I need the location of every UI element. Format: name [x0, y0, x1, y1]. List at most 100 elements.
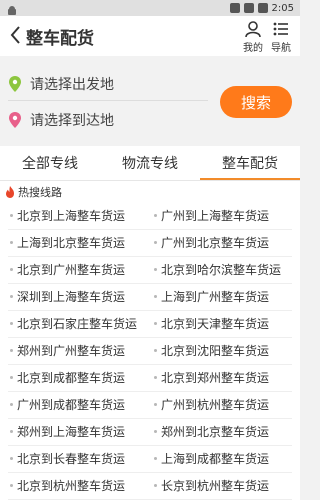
- bullet-dot: [10, 241, 13, 244]
- search-panel: 请选择出发地 请选择到达地 搜索: [0, 56, 300, 144]
- my-account-button[interactable]: 我的: [240, 20, 266, 54]
- route-link[interactable]: 上海到广州整车货运: [154, 288, 269, 305]
- route-label: 上海到广州整车货运: [161, 290, 270, 304]
- active-tab-indicator: [200, 178, 300, 180]
- route-row: 北京到成都整车货运 北京到郑州整车货运: [0, 365, 300, 392]
- bullet-dot: [10, 484, 13, 487]
- route-link[interactable]: 广州到上海整车货运: [154, 207, 269, 224]
- bullet-dot: [154, 457, 157, 460]
- hot-routes-list: 北京到上海整车货运 广州到上海整车货运上海到北京整车货运 广州到北京整车货运北京到广…: [0, 203, 300, 500]
- route-row: 北京到长春整车货运 上海到成都整车货运: [0, 446, 300, 473]
- route-link[interactable]: 北京到成都整车货运: [10, 369, 125, 386]
- from-location-field[interactable]: 请选择出发地: [8, 68, 208, 100]
- bullet-dot: [10, 349, 13, 352]
- route-link[interactable]: 北京到天津整车货运: [154, 315, 269, 332]
- route-label: 北京到石家庄整车货运: [17, 317, 138, 331]
- route-row: 北京到杭州整车货运 长京到杭州整车货运: [0, 473, 300, 500]
- route-link[interactable]: 广州到北京整车货运: [154, 234, 269, 251]
- route-label: 北京到上海整车货运: [17, 209, 126, 223]
- route-link[interactable]: 北京到沈阳整车货运: [154, 342, 269, 359]
- route-link[interactable]: 北京到广州整车货运: [10, 261, 125, 278]
- route-label: 北京到沈阳整车货运: [161, 344, 270, 358]
- top-bar: 整车配货 我的 导航: [0, 16, 300, 56]
- wifi-icon: [229, 3, 240, 13]
- route-link[interactable]: 上海到北京整车货运: [10, 234, 125, 251]
- route-row: 北京到石家庄整车货运 北京到天津整车货运: [0, 311, 300, 338]
- route-row: 郑州到上海整车货运 郑州到北京整车货运: [0, 419, 300, 446]
- signal-icon: [243, 3, 254, 13]
- route-link[interactable]: 郑州到北京整车货运: [154, 423, 269, 440]
- route-link[interactable]: 广州到成都整车货运: [10, 396, 125, 413]
- tab-full-truck[interactable]: 整车配货: [200, 146, 300, 180]
- bullet-dot: [10, 457, 13, 460]
- route-link[interactable]: 郑州到广州整车货运: [10, 342, 125, 359]
- bullet-dot: [10, 268, 13, 271]
- back-arrow-icon: [10, 26, 20, 44]
- navigation-button[interactable]: 导航: [268, 20, 294, 54]
- route-label: 郑州到上海整车货运: [17, 425, 126, 439]
- route-link[interactable]: 北京到哈尔滨整车货运: [154, 261, 281, 278]
- route-link[interactable]: 广州到杭州整车货运: [154, 396, 269, 413]
- to-location-field[interactable]: 请选择到达地: [8, 104, 208, 136]
- route-link[interactable]: 北京到石家庄整车货运: [10, 315, 137, 332]
- route-link[interactable]: 长京到杭州整车货运: [154, 477, 269, 494]
- bullet-dot: [154, 214, 157, 217]
- back-button[interactable]: [8, 24, 24, 46]
- route-link[interactable]: 郑州到上海整车货运: [10, 423, 125, 440]
- bullet-dot: [10, 214, 13, 217]
- route-label: 上海到北京整车货运: [17, 236, 126, 250]
- route-row: 深圳到上海整车货运 上海到广州整车货运: [0, 284, 300, 311]
- route-label: 北京到长春整车货运: [17, 452, 126, 466]
- tab-all-lines[interactable]: 全部专线: [0, 146, 100, 180]
- route-label: 广州到上海整车货运: [161, 209, 270, 223]
- user-icon: [245, 21, 261, 38]
- route-link[interactable]: 北京到长春整车货运: [10, 450, 125, 467]
- navigation-label: 导航: [271, 43, 291, 54]
- route-link[interactable]: 北京到上海整车货运: [10, 207, 125, 224]
- bullet-dot: [10, 295, 13, 298]
- route-label: 北京到郑州整车货运: [161, 371, 270, 385]
- route-link[interactable]: 北京到郑州整车货运: [154, 369, 269, 386]
- route-label: 北京到杭州整车货运: [17, 479, 126, 493]
- category-tabs: 全部专线 物流专线 整车配货: [0, 146, 300, 181]
- bullet-dot: [154, 430, 157, 433]
- bullet-dot: [10, 430, 13, 433]
- bullet-dot: [10, 403, 13, 406]
- bullet-dot: [10, 322, 13, 325]
- route-link[interactable]: 北京到杭州整车货运: [10, 477, 125, 494]
- route-label: 深圳到上海整车货运: [17, 290, 126, 304]
- tab-logistics-lines[interactable]: 物流专线: [100, 146, 200, 180]
- route-label: 郑州到北京整车货运: [161, 425, 270, 439]
- menu-list-icon: [273, 22, 288, 36]
- bullet-dot: [154, 322, 157, 325]
- bullet-dot: [154, 376, 157, 379]
- from-location-pin-icon: [9, 76, 21, 92]
- to-location-placeholder: 请选择到达地: [30, 113, 114, 129]
- status-bar: 2:05: [0, 0, 300, 16]
- battery-icon: [257, 3, 268, 13]
- hot-routes-label: 热搜线路: [18, 186, 62, 199]
- bullet-dot: [154, 349, 157, 352]
- route-row: 郑州到广州整车货运 北京到沈阳整车货运: [0, 338, 300, 365]
- route-label: 广州到杭州整车货运: [161, 398, 270, 412]
- route-label: 广州到成都整车货运: [17, 398, 126, 412]
- route-label: 北京到成都整车货运: [17, 371, 126, 385]
- page-title: 整车配货: [26, 29, 94, 49]
- route-label: 北京到广州整车货运: [17, 263, 126, 277]
- search-button[interactable]: 搜索: [220, 86, 292, 118]
- to-location-pin-icon: [9, 112, 21, 128]
- my-account-label: 我的: [243, 43, 263, 54]
- from-location-placeholder: 请选择出发地: [30, 77, 114, 93]
- bullet-dot: [154, 268, 157, 271]
- bullet-dot: [154, 295, 157, 298]
- route-link[interactable]: 深圳到上海整车货运: [10, 288, 125, 305]
- route-label: 北京到天津整车货运: [161, 317, 270, 331]
- route-label: 北京到哈尔滨整车货运: [161, 263, 282, 277]
- route-row: 北京到上海整车货运 广州到上海整车货运: [0, 203, 300, 230]
- route-label: 郑州到广州整车货运: [17, 344, 126, 358]
- flame-icon: [6, 186, 14, 198]
- route-label: 上海到成都整车货运: [161, 452, 270, 466]
- route-row: 广州到成都整车货运 广州到杭州整车货运: [0, 392, 300, 419]
- field-divider: [8, 100, 208, 101]
- route-link[interactable]: 上海到成都整车货运: [154, 450, 269, 467]
